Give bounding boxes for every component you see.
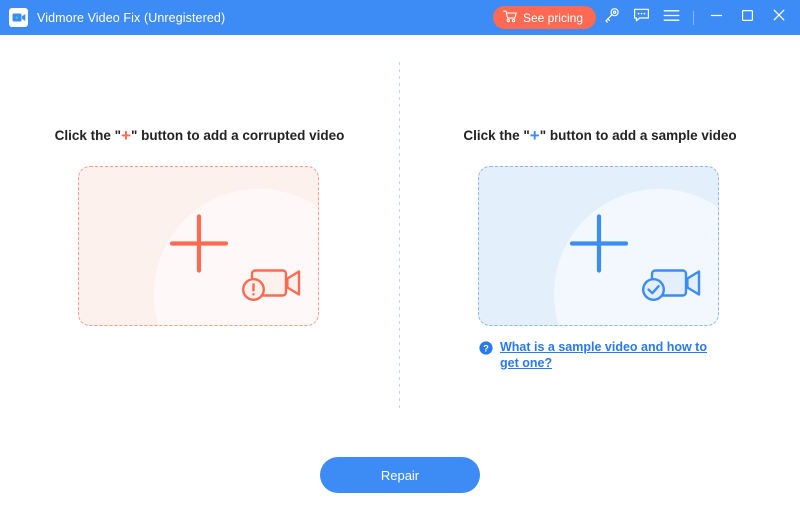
app-window: Vidmore Video Fix (Unregistered) See pri… [0,0,800,521]
heading-text-before: Click the " [463,128,530,143]
feedback-button[interactable] [626,0,656,35]
see-pricing-label: See pricing [522,10,583,25]
video-camera-check-icon [640,262,702,309]
heading-text-before: Click the " [54,128,122,143]
add-corrupted-video-plus-icon[interactable] [166,211,232,282]
heading-plus-icon: + [529,126,540,145]
chat-bubble-icon [633,7,650,28]
question-mark-icon: ? [479,341,493,360]
svg-text:?: ? [483,342,489,353]
panel-divider [399,62,400,412]
sample-video-help-link[interactable]: ? What is a sample video and how to get … [479,340,725,371]
sample-video-heading: Click the "+" button to add a sample vid… [400,126,800,146]
title-bar: Vidmore Video Fix (Unregistered) See pri… [0,0,800,35]
titlebar-controls: See pricing [492,0,800,35]
minimize-icon [710,9,723,27]
shopping-cart-icon [503,10,517,26]
main-content: Click the "+" button to add a corrupted … [0,35,800,521]
heading-text-after: " button to add a sample video [539,128,737,143]
maximize-icon [741,9,754,27]
add-sample-video-plus-icon[interactable] [566,211,632,282]
close-button[interactable] [763,0,794,35]
app-title: Vidmore Video Fix (Unregistered) [37,10,226,25]
sample-video-dropzone[interactable] [478,166,719,326]
app-logo-icon [9,8,28,27]
maximize-button[interactable] [732,0,763,35]
titlebar-separator [693,10,694,25]
video-camera-error-icon [240,262,302,309]
heading-plus-icon: + [121,126,131,145]
sample-video-help-text: What is a sample video and how to get on… [500,340,707,370]
close-icon [772,8,786,27]
minimize-button[interactable] [701,0,732,35]
see-pricing-button[interactable]: See pricing [492,6,596,29]
main-menu-button[interactable] [656,0,686,35]
heading-text-after: " button to add a corrupted video [130,128,345,143]
corrupted-video-heading: Click the "+" button to add a corrupted … [0,126,399,146]
hamburger-menu-icon [663,9,680,27]
register-key-button[interactable] [596,0,626,35]
repair-button[interactable]: Repair [320,457,480,493]
corrupted-video-dropzone[interactable] [78,166,319,326]
key-icon [603,7,620,29]
